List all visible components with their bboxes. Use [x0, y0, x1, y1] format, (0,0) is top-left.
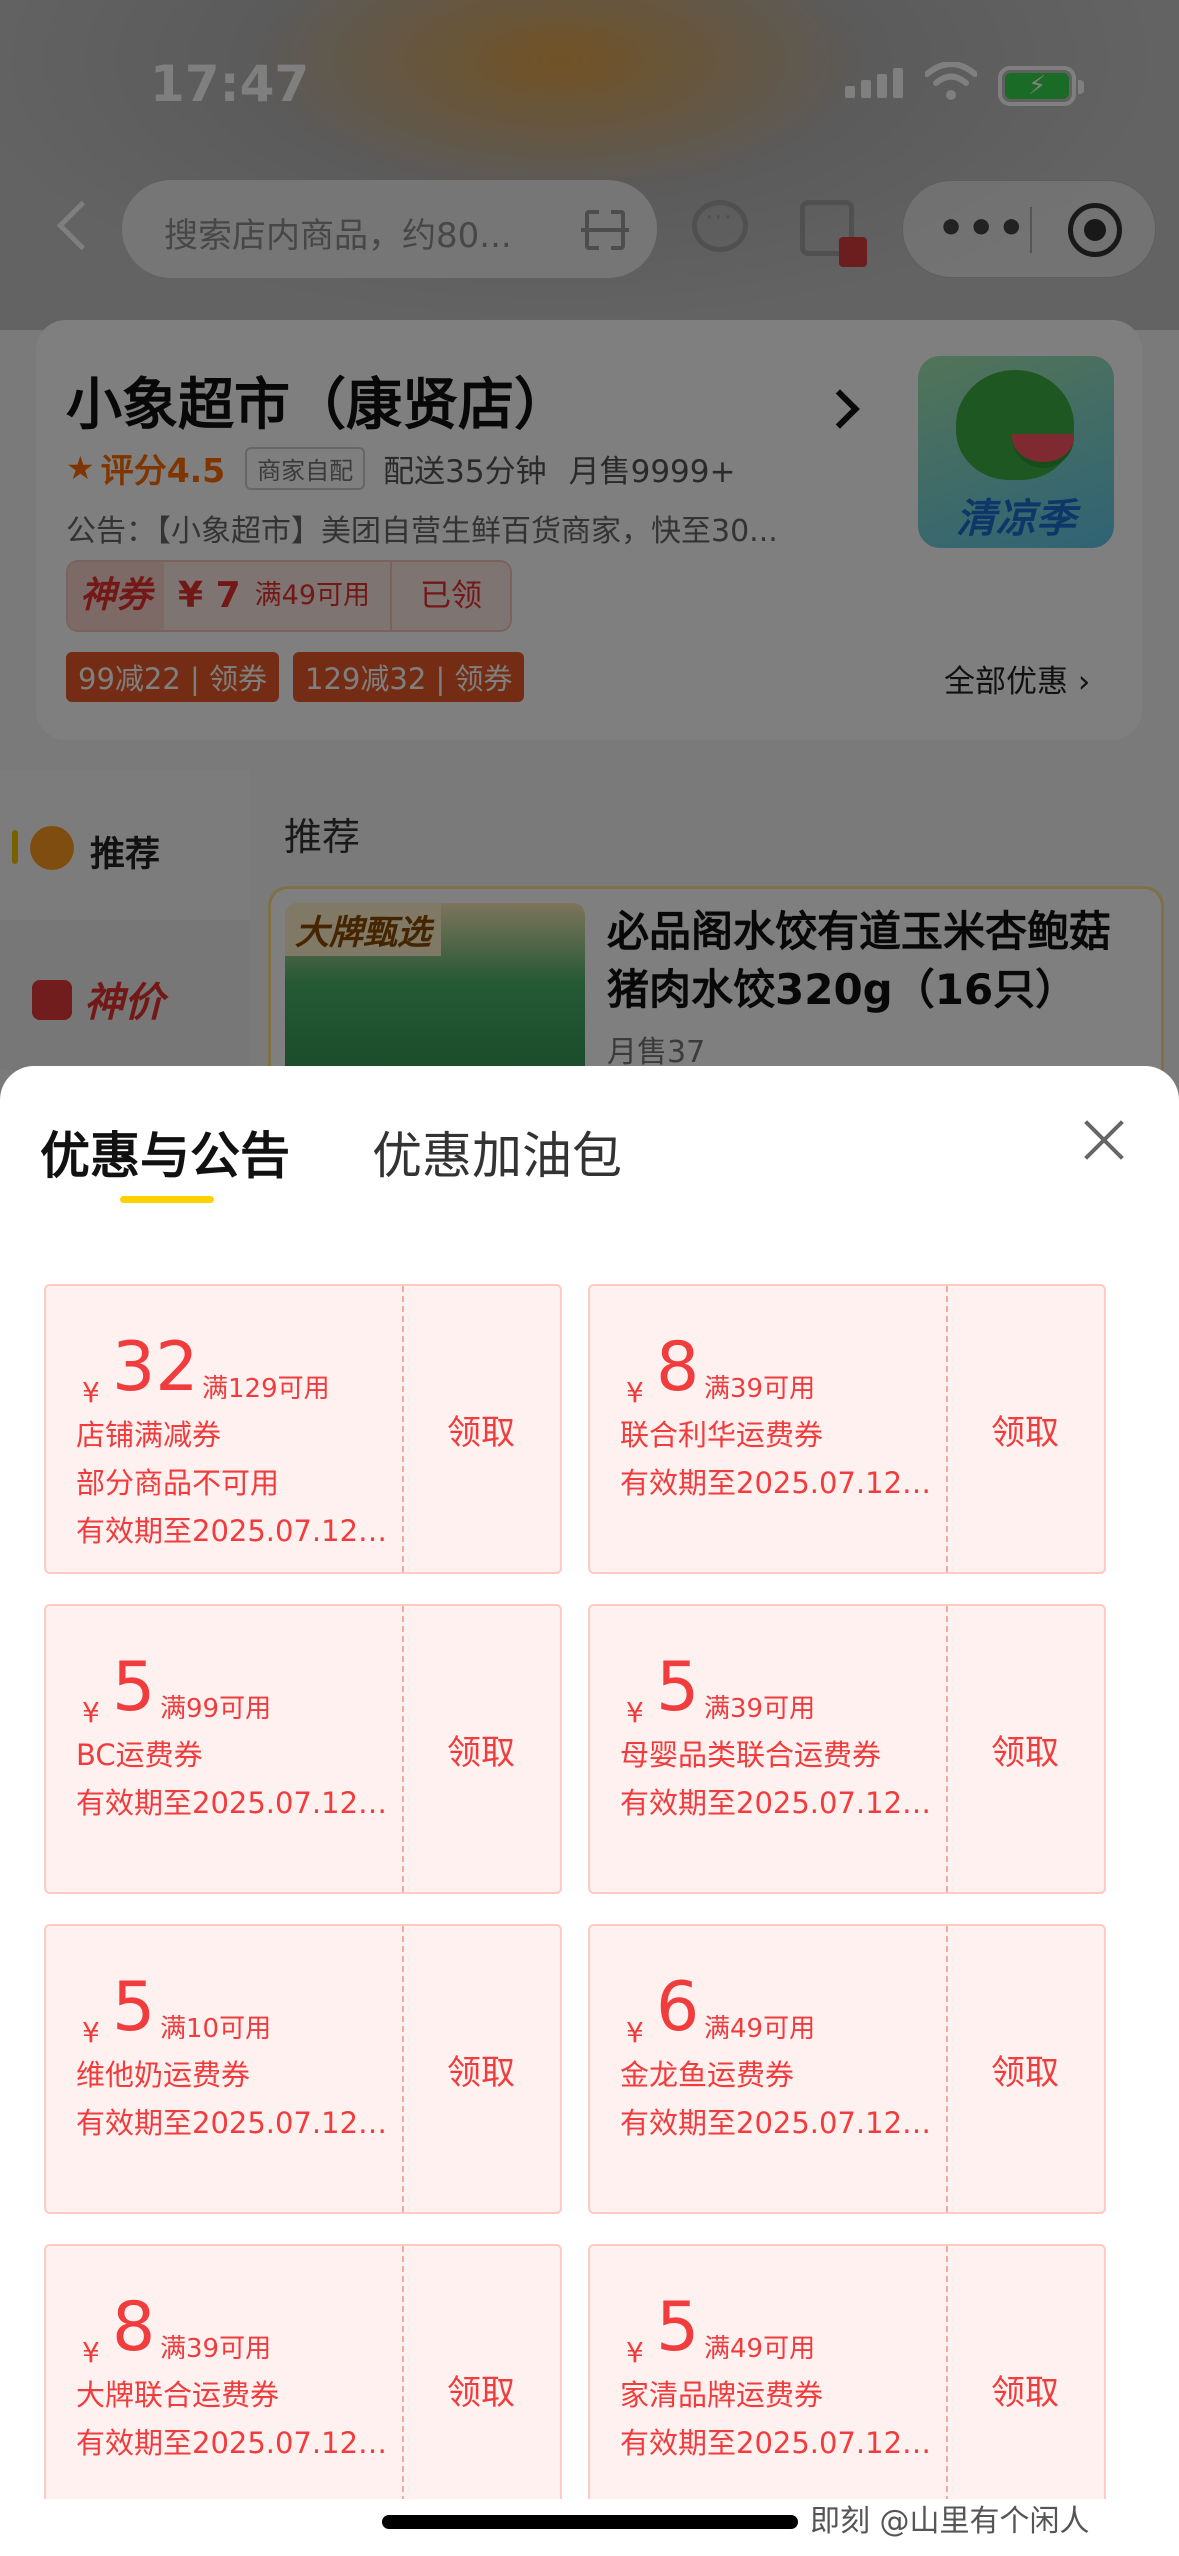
- coupon-validity: 有效期至2025.07.12 ...: [76, 2426, 394, 2460]
- coupon-condition: 满49可用: [704, 2014, 816, 2044]
- coupon-card: ¥ 32 满129可用 店铺满减券 部分商品不可用 有效期至2025.07.12…: [44, 1284, 562, 1574]
- coupon-amount: 5: [656, 2288, 700, 2367]
- coupon-validity: 有效期至2025.07.12 ...: [76, 1514, 394, 1548]
- claim-button[interactable]: 领取: [946, 2246, 1104, 2499]
- coupon-card: ¥ 5 满10可用 维他奶运费券 有效期至2025.07.12 ... 领取: [44, 1924, 562, 2214]
- coupon-title: BC运费券: [76, 1738, 203, 1772]
- coupon-title: 联合利华运费券: [620, 1418, 824, 1452]
- home-indicator[interactable]: [382, 2515, 798, 2529]
- currency-symbol: ¥: [82, 2016, 100, 2049]
- offers-sheet: 优惠与公告 优惠加油包 ¥ 32 满129可用 店铺满减券 部分商品不可用 有效…: [0, 1066, 1179, 2556]
- coupon-title: 大牌联合运费券: [76, 2378, 280, 2412]
- coupon-validity: 有效期至2025.07.12 ...: [620, 1466, 938, 1500]
- tab-offer-packs[interactable]: 优惠加油包: [372, 1116, 622, 1188]
- coupon-amount: 32: [112, 1328, 199, 1407]
- currency-symbol: ¥: [626, 2336, 644, 2369]
- coupon-card: ¥ 8 满39可用 大牌联合运费券 有效期至2025.07.12 ... 领取: [44, 2244, 562, 2499]
- currency-symbol: ¥: [626, 2016, 644, 2049]
- coupon-validity: 有效期至2025.07.12 ...: [620, 2106, 938, 2140]
- claim-button[interactable]: 领取: [946, 1606, 1104, 1892]
- currency-symbol: ¥: [82, 1376, 100, 1409]
- coupon-validity: 有效期至2025.07.12 ...: [620, 2426, 938, 2460]
- coupon-condition: 满129可用: [202, 1374, 330, 1404]
- coupon-card: ¥ 6 满49可用 金龙鱼运费券 有效期至2025.07.12 ... 领取: [588, 1924, 1106, 2214]
- coupon-condition: 满39可用: [704, 1374, 816, 1404]
- tab-offers-notice[interactable]: 优惠与公告: [40, 1116, 290, 1188]
- coupon-validity: 有效期至2025.07.12 ...: [76, 1786, 394, 1820]
- coupon-condition: 满99可用: [160, 1694, 272, 1724]
- coupon-card: ¥ 5 满49可用 家清品牌运费券 有效期至2025.07.12 ... 领取: [588, 2244, 1106, 2499]
- coupon-title: 维他奶运费券: [76, 2058, 251, 2092]
- coupon-condition: 满49可用: [704, 2334, 816, 2364]
- claim-button[interactable]: 领取: [402, 2246, 560, 2499]
- coupon-title: 母婴品类联合运费券: [620, 1738, 882, 1772]
- claim-button[interactable]: 领取: [402, 1926, 560, 2212]
- currency-symbol: ¥: [626, 1376, 644, 1409]
- coupon-card: ¥ 8 满39可用 联合利华运费券 有效期至2025.07.12 ... 领取: [588, 1284, 1106, 1574]
- coupon-condition: 满39可用: [704, 1694, 816, 1724]
- coupon-condition: 满39可用: [160, 2334, 272, 2364]
- coupon-card: ¥ 5 满99可用 BC运费券 有效期至2025.07.12 ... 领取: [44, 1604, 562, 1894]
- coupon-card: ¥ 5 满39可用 母婴品类联合运费券 有效期至2025.07.12 ... 领…: [588, 1604, 1106, 1894]
- coupon-amount: 5: [656, 1648, 700, 1727]
- coupon-title: 金龙鱼运费券: [620, 2058, 795, 2092]
- coupon-condition: 满10可用: [160, 2014, 272, 2044]
- claim-button[interactable]: 领取: [402, 1286, 560, 1572]
- watermark: 即刻 @山里有个闲人: [810, 2504, 1090, 2539]
- claim-button[interactable]: 领取: [946, 1926, 1104, 2212]
- close-icon[interactable]: [1074, 1110, 1134, 1170]
- currency-symbol: ¥: [626, 1696, 644, 1729]
- coupon-amount: 8: [112, 2288, 156, 2367]
- currency-symbol: ¥: [82, 1696, 100, 1729]
- coupon-amount: 5: [112, 1648, 156, 1727]
- claim-button[interactable]: 领取: [402, 1606, 560, 1892]
- coupon-grid: ¥ 32 满129可用 店铺满减券 部分商品不可用 有效期至2025.07.12…: [44, 1284, 1110, 2499]
- coupon-amount: 6: [656, 1968, 700, 2047]
- coupon-amount: 5: [112, 1968, 156, 2047]
- claim-button[interactable]: 领取: [946, 1286, 1104, 1572]
- currency-symbol: ¥: [82, 2336, 100, 2369]
- active-tab-underline: [120, 1196, 214, 1203]
- coupon-title: 家清品牌运费券: [620, 2378, 824, 2412]
- coupon-restriction: 部分商品不可用: [76, 1466, 280, 1500]
- coupon-title: 店铺满减券: [76, 1418, 222, 1452]
- coupon-validity: 有效期至2025.07.12 ...: [76, 2106, 394, 2140]
- coupon-validity: 有效期至2025.07.12 ...: [620, 1786, 938, 1820]
- coupon-amount: 8: [656, 1328, 700, 1407]
